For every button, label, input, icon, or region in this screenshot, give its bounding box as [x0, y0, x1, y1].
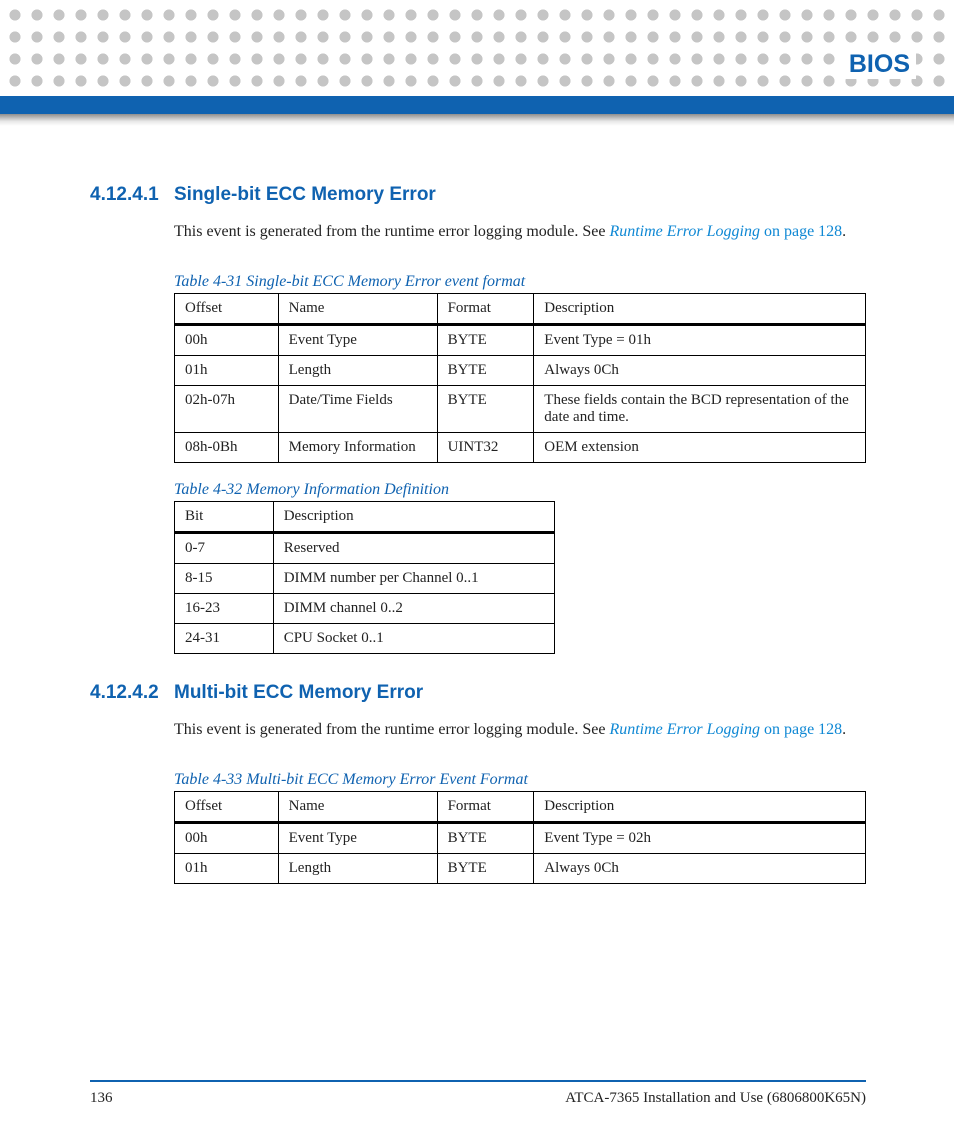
section-number: 4.12.4.1	[90, 184, 174, 672]
table-row: 00h Event Type BYTE Event Type = 01h	[175, 325, 866, 356]
cell: Length	[278, 854, 437, 884]
table-caption-4-31: Table 4-31 Single-bit ECC Memory Error e…	[174, 273, 866, 291]
section-4-12-4-2: 4.12.4.2 Multi-bit ECC Memory Error This…	[90, 682, 866, 902]
cell: 00h	[175, 823, 279, 854]
table-row: 8-15 DIMM number per Channel 0..1	[175, 564, 555, 594]
para-text: This event is generated from the runtime…	[174, 721, 609, 738]
th-name: Name	[278, 294, 437, 325]
cell: 01h	[175, 854, 279, 884]
section-paragraph: This event is generated from the runtime…	[174, 718, 866, 741]
cell: DIMM number per Channel 0..1	[273, 564, 554, 594]
table-caption-4-32: Table 4-32 Memory Information Definition	[174, 481, 866, 499]
th-name: Name	[278, 792, 437, 823]
cell: Always 0Ch	[534, 854, 866, 884]
header-blue-bar	[0, 96, 954, 114]
cell: BYTE	[437, 854, 534, 884]
para-text: This event is generated from the runtime…	[174, 223, 609, 240]
table-row: 16-23 DIMM channel 0..2	[175, 594, 555, 624]
table-row: 0-7 Reserved	[175, 533, 555, 564]
table-header-row: Offset Name Format Description	[175, 792, 866, 823]
cell: Event Type	[278, 823, 437, 854]
page-footer: 136 ATCA-7365 Installation and Use (6806…	[90, 1080, 866, 1107]
cell: 08h-0Bh	[175, 433, 279, 463]
footer-rule	[90, 1080, 866, 1082]
table-4-32: Bit Description 0-7 Reserved 8-15 DIMM n…	[174, 501, 555, 654]
table-row: 08h-0Bh Memory Information UINT32 OEM ex…	[175, 433, 866, 463]
table-row: 01h Length BYTE Always 0Ch	[175, 854, 866, 884]
cell: BYTE	[437, 386, 534, 433]
th-offset: Offset	[175, 294, 279, 325]
table-caption-4-33: Table 4-33 Multi-bit ECC Memory Error Ev…	[174, 771, 866, 789]
cell: Event Type = 02h	[534, 823, 866, 854]
table-row: 01h Length BYTE Always 0Ch	[175, 356, 866, 386]
cell: 24-31	[175, 624, 274, 654]
xref-page-ref[interactable]: on page 128	[760, 223, 842, 240]
xref-runtime-error-logging[interactable]: Runtime Error Logging	[609, 721, 760, 738]
table-row: 24-31 CPU Socket 0..1	[175, 624, 555, 654]
cell: UINT32	[437, 433, 534, 463]
cell: BYTE	[437, 325, 534, 356]
th-description: Description	[534, 792, 866, 823]
cell: 0-7	[175, 533, 274, 564]
th-format: Format	[437, 294, 534, 325]
cell: CPU Socket 0..1	[273, 624, 554, 654]
cell: 00h	[175, 325, 279, 356]
cell: Reserved	[273, 533, 554, 564]
para-text-end: .	[842, 721, 846, 738]
cell: Date/Time Fields	[278, 386, 437, 433]
table-header-row: Offset Name Format Description	[175, 294, 866, 325]
section-title: Single-bit ECC Memory Error	[174, 184, 866, 206]
para-text-end: .	[842, 223, 846, 240]
cell: OEM extension	[534, 433, 866, 463]
section-paragraph: This event is generated from the runtime…	[174, 220, 866, 243]
cell: These fields contain the BCD representat…	[534, 386, 866, 433]
cell: Length	[278, 356, 437, 386]
cell: 02h-07h	[175, 386, 279, 433]
xref-page-ref[interactable]: on page 128	[760, 721, 842, 738]
th-format: Format	[437, 792, 534, 823]
table-4-31: Offset Name Format Description 00h Event…	[174, 293, 866, 463]
th-description: Description	[534, 294, 866, 325]
cell: Always 0Ch	[534, 356, 866, 386]
cell: 16-23	[175, 594, 274, 624]
header-shadow	[0, 114, 954, 126]
cell: Memory Information	[278, 433, 437, 463]
th-bit: Bit	[175, 502, 274, 533]
cell: BYTE	[437, 823, 534, 854]
th-description: Description	[273, 502, 554, 533]
table-header-row: Bit Description	[175, 502, 555, 533]
cell: BYTE	[437, 356, 534, 386]
section-number: 4.12.4.2	[90, 682, 174, 902]
page-number: 136	[90, 1090, 113, 1107]
table-4-33: Offset Name Format Description 00h Event…	[174, 791, 866, 884]
th-offset: Offset	[175, 792, 279, 823]
cell: Event Type	[278, 325, 437, 356]
cell: Event Type = 01h	[534, 325, 866, 356]
cell: 8-15	[175, 564, 274, 594]
section-4-12-4-1: 4.12.4.1 Single-bit ECC Memory Error Thi…	[90, 184, 866, 672]
table-row: 02h-07h Date/Time Fields BYTE These fiel…	[175, 386, 866, 433]
cell: DIMM channel 0..2	[273, 594, 554, 624]
header-pattern: BIOS	[0, 0, 954, 96]
section-title: Multi-bit ECC Memory Error	[174, 682, 866, 704]
table-row: 00h Event Type BYTE Event Type = 02h	[175, 823, 866, 854]
xref-runtime-error-logging[interactable]: Runtime Error Logging	[609, 223, 760, 240]
document-title: ATCA-7365 Installation and Use (6806800K…	[565, 1090, 866, 1107]
chapter-title: BIOS	[843, 50, 916, 79]
cell: 01h	[175, 356, 279, 386]
